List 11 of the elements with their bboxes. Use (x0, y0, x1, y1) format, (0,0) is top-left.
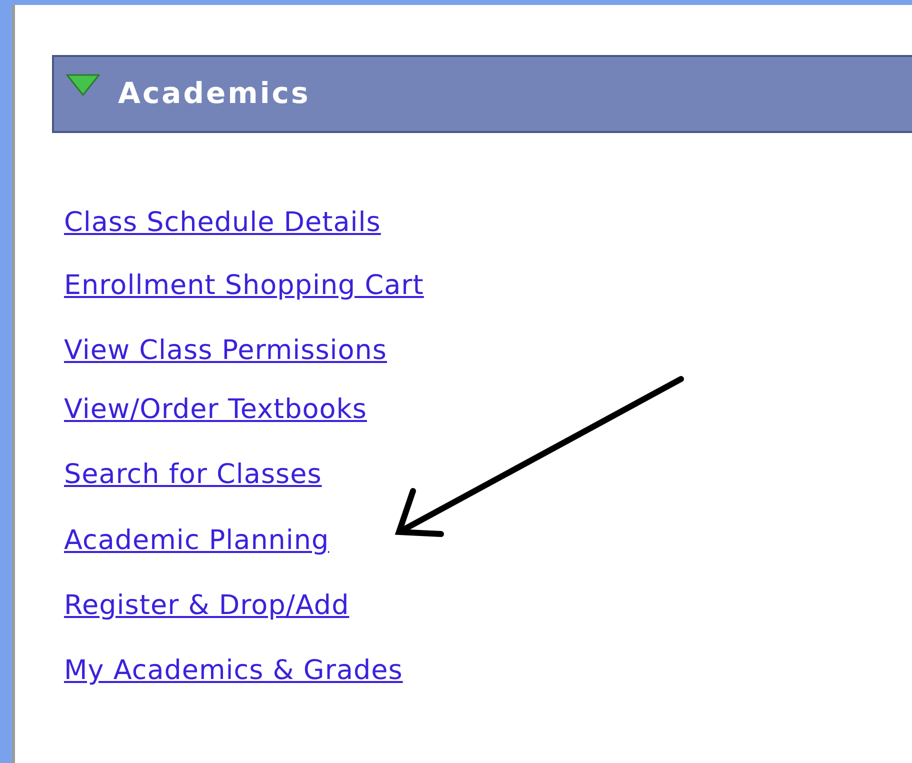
menu-link[interactable]: Register & Drop/Add (64, 588, 350, 624)
menu-link[interactable]: My Academics & Grades (64, 653, 403, 689)
expand-triangle-icon[interactable] (66, 74, 100, 96)
menu-link[interactable]: Academic Planning (64, 523, 330, 559)
section-title: Academics (118, 75, 310, 112)
menu-link[interactable]: Search for Classes (64, 457, 322, 493)
section-header[interactable]: Academics (52, 55, 912, 133)
menu-link[interactable]: Class Schedule Details (64, 205, 381, 241)
menu-link[interactable]: View/Order Textbooks (64, 392, 367, 428)
menu-link[interactable]: View Class Permissions (64, 333, 387, 369)
menu-link[interactable]: Enrollment Shopping Cart (64, 268, 424, 304)
